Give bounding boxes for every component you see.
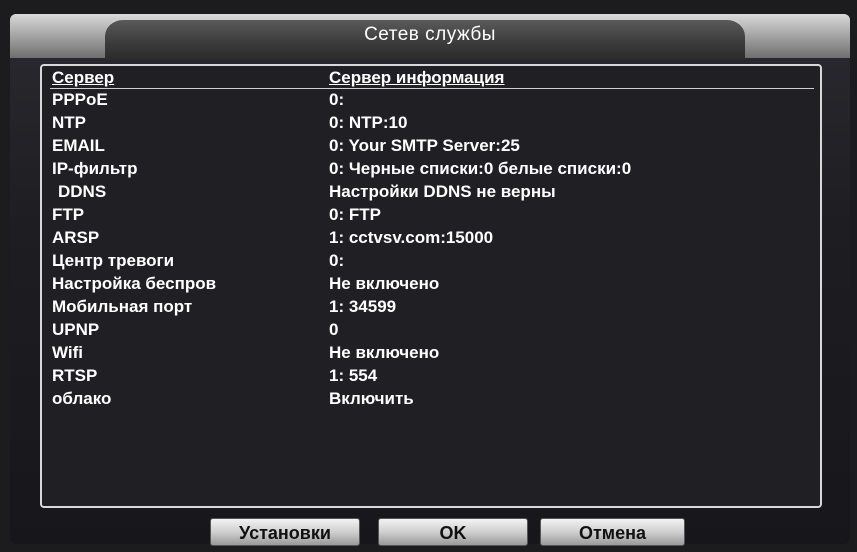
table-row[interactable]: Центр тревоги 0: [42, 251, 822, 273]
server-info: 0: FTP [329, 205, 381, 224]
button-bar: Установки OK Отмена [10, 518, 850, 550]
table-row[interactable]: Wifi Не включено [42, 343, 822, 365]
table-row[interactable]: FTP 0: FTP [42, 205, 822, 227]
table-row[interactable]: ARSP 1: cctvsv.com:15000 [42, 228, 822, 250]
server-info: 1: 554 [329, 366, 378, 385]
server-name: Настройка беспров [52, 274, 217, 293]
server-name: PPPoE [52, 90, 108, 109]
table-row[interactable]: EMAIL 0: Your SMTP Server:25 [42, 136, 822, 158]
server-info: 1: 34599 [329, 297, 397, 316]
table-row[interactable]: RTSP 1: 554 [42, 366, 822, 388]
table-row[interactable]: PPPoE 0: [42, 90, 822, 112]
table-row[interactable]: DDNS Настройки DDNS не верны [42, 182, 822, 204]
table-row[interactable]: UPNP 0 [42, 320, 822, 342]
server-name: Мобильная порт [52, 297, 193, 316]
settings-button[interactable]: Установки [210, 518, 360, 546]
server-name: ARSP [52, 228, 100, 247]
server-name: облако [52, 389, 112, 408]
server-info: 0: Черные списки:0 белые списки:0 [329, 159, 632, 178]
window-title: Сетев службы [364, 24, 496, 45]
server-info: 0: NTP:10 [329, 113, 408, 132]
column-header-info: Сервер информация [329, 68, 505, 87]
server-info: 0 [329, 320, 339, 339]
header-divider [50, 88, 814, 89]
server-name: IP-фильтр [52, 159, 138, 178]
server-info: Не включено [329, 274, 440, 293]
server-info: 0: [329, 90, 345, 109]
column-header-server: Сервер [52, 68, 115, 87]
server-name: NTP [52, 113, 86, 132]
server-name: EMAIL [52, 136, 105, 155]
table-row[interactable]: IP-фильтр 0: Черные списки:0 белые списк… [42, 159, 822, 181]
table-row[interactable]: NTP 0: NTP:10 [42, 113, 822, 135]
services-table: Сервер Сервер информация PPPoE 0: NTP 0:… [40, 64, 822, 508]
table-row[interactable]: Мобильная порт 1: 34599 [42, 297, 822, 319]
server-info: 1: cctvsv.com:15000 [329, 228, 494, 247]
title-bar: Сетев службы [10, 14, 850, 60]
network-services-window: Сетев службы Сервер Сервер информация PP… [10, 14, 850, 546]
table-row[interactable]: Настройка беспров Не включено [42, 274, 822, 296]
server-info: Включить [329, 389, 414, 408]
server-info: Настройки DDNS не верны [329, 182, 556, 201]
server-name: UPNP [52, 320, 100, 339]
server-name: DDNS [58, 182, 107, 201]
server-name: FTP [52, 205, 85, 224]
server-info: Не включено [329, 343, 440, 362]
server-name: Центр тревоги [52, 251, 175, 270]
server-info: 0: Your SMTP Server:25 [329, 136, 520, 155]
table-row[interactable]: облако Включить [42, 389, 822, 411]
server-info: 0: [329, 251, 345, 270]
server-name: Wifi [52, 343, 84, 362]
ok-button[interactable]: OK [378, 518, 528, 546]
server-name: RTSP [52, 366, 98, 385]
cancel-button[interactable]: Отмена [540, 518, 685, 546]
